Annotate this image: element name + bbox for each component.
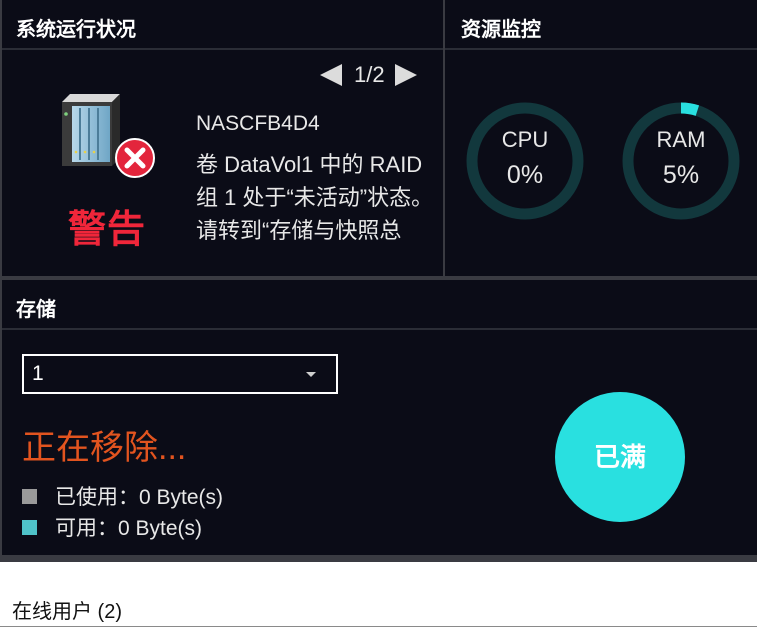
page-indicator: 1/2	[354, 62, 385, 87]
panel-divider	[443, 0, 445, 278]
chevron-down-icon	[306, 372, 316, 377]
system-status-title: 系统运行状况	[0, 0, 443, 50]
next-page-icon[interactable]	[394, 64, 417, 86]
message-pager: 1/2	[320, 62, 417, 88]
legend-available: 可用：0 Byte(s)	[22, 512, 202, 542]
panel-divider	[0, 276, 757, 280]
device-name: NASCFB4D4	[196, 112, 320, 135]
cpu-label: CPU	[501, 127, 549, 152]
ram-value: 5%	[662, 161, 700, 189]
available-label: 可用：0 Byte(s)	[55, 517, 203, 540]
online-users-title[interactable]: 在线用户 (2)	[12, 595, 122, 624]
available-swatch-icon	[22, 519, 37, 535]
online-users-panel: 在线用户 (2)	[0, 569, 757, 627]
cpu-gauge: CPU 0%	[463, 99, 587, 223]
used-label: 已使用：0 Byte(s)	[55, 486, 224, 509]
storage-title: 存储	[0, 280, 757, 330]
prev-page-icon[interactable]	[320, 64, 342, 86]
warning-message[interactable]: 卷 DataVol1 中的 RAID 组 1 处于“未活动”状态。请转到“存储与…	[196, 148, 436, 252]
storage-state-text: 正在移除...	[22, 429, 187, 467]
ram-label: RAM	[656, 127, 706, 152]
panel-divider	[0, 0, 2, 562]
resource-monitor-title: 资源监控	[445, 0, 757, 50]
legend-used: 已使用：0 Byte(s)	[22, 481, 223, 511]
used-swatch-icon	[22, 488, 37, 504]
capacity-status-circle[interactable]: 已满	[555, 392, 685, 522]
cpu-value: 0%	[506, 161, 544, 189]
volume-select[interactable]: 1	[22, 354, 338, 394]
volume-select-value: 1	[32, 362, 44, 385]
status-label: 警告	[68, 209, 147, 251]
ram-gauge: RAM 5%	[619, 99, 743, 223]
error-badge-icon	[114, 137, 156, 179]
